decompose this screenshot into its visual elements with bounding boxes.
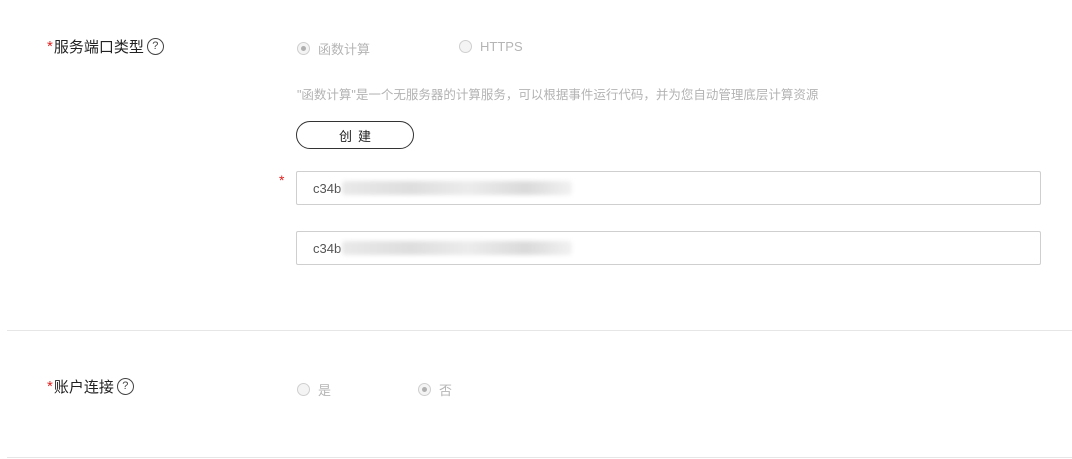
radio-no[interactable]: 否 (418, 380, 452, 399)
form-page: * 服务端口类型 ? 函数计算 HTTPS "函数计算"是一个无服务器的计算服务… (0, 0, 1072, 459)
radio-function-compute[interactable]: 函数计算 (297, 39, 370, 58)
radio-unchecked-icon[interactable] (297, 383, 310, 396)
help-icon[interactable]: ? (116, 378, 134, 395)
radio-checked-icon[interactable] (418, 383, 431, 396)
function-key-input[interactable]: c34b (296, 231, 1041, 265)
radio-function-compute-label: 函数计算 (318, 42, 371, 57)
redacted-block (342, 241, 573, 255)
input-required-mark: * (279, 172, 285, 188)
radio-yes-label: 是 (318, 383, 332, 398)
account-link-label: * 账户连接 ? (47, 376, 134, 397)
required-mark: * (47, 38, 53, 55)
service-port-type-label-text: 服务端口类型 (53, 39, 144, 56)
radio-https[interactable]: HTTPS (459, 39, 523, 54)
service-port-type-label: * 服务端口类型 ? (47, 36, 164, 57)
function-id-input-value: c34b (313, 180, 342, 196)
account-link-label-text: 账户连接 (53, 379, 114, 396)
section-divider (7, 457, 1072, 458)
radio-https-label: HTTPS (480, 39, 523, 54)
radio-checked-icon[interactable] (297, 42, 310, 55)
radio-no-label: 否 (439, 383, 453, 398)
redacted-block (342, 181, 573, 195)
function-key-input-value: c34b (313, 240, 342, 256)
function-compute-hint: "函数计算"是一个无服务器的计算服务，可以根据事件运行代码，并为您自动管理底层计… (297, 88, 819, 102)
radio-yes[interactable]: 是 (297, 380, 331, 399)
radio-unchecked-icon[interactable] (459, 40, 472, 53)
section-divider (7, 330, 1072, 331)
help-icon[interactable]: ? (146, 38, 164, 55)
create-button[interactable]: 创建 (296, 121, 414, 149)
function-id-input[interactable]: c34b (296, 171, 1041, 205)
required-mark: * (47, 378, 53, 395)
